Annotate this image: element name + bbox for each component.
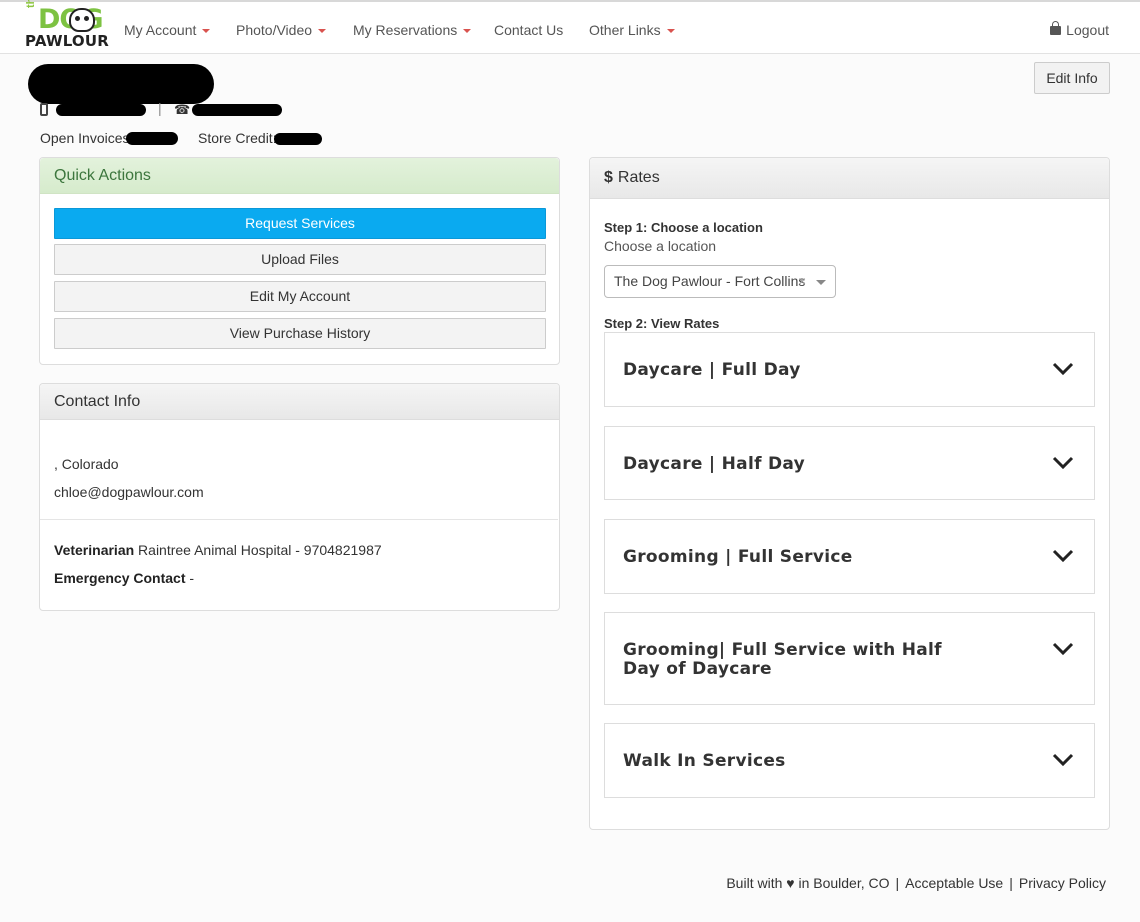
rate-item-title: Daycare | Half Day	[623, 454, 806, 474]
location-select[interactable]: The Dog Pawlour - Fort Collins ×	[604, 265, 836, 298]
rate-item-title: Walk In Services	[623, 751, 786, 771]
top-navbar: the DOG PAWLOUR My Account Photo/Video M…	[0, 0, 1140, 54]
nav-photo-video[interactable]: Photo/Video	[236, 22, 327, 38]
nav-contact-us[interactable]: Contact Us	[494, 22, 563, 38]
step2-label: Step 2: View Rates	[604, 316, 720, 331]
redacted-store-credit	[274, 133, 322, 145]
edit-info-button[interactable]: Edit Info	[1034, 62, 1110, 94]
contact-info-title: Contact Info	[40, 384, 559, 420]
chevron-down-icon[interactable]	[1052, 753, 1074, 767]
nav-my-reservations[interactable]: My Reservations	[353, 22, 472, 38]
lock-icon	[1050, 21, 1062, 35]
emergency-contact-label: Emergency Contact	[54, 570, 186, 586]
redacted-mobile-number[interactable]	[56, 104, 146, 116]
logout-link[interactable]: Logout	[1050, 21, 1109, 38]
rate-item-title: Grooming| Full Service with Half Day of …	[623, 640, 942, 679]
upload-files-button[interactable]: Upload Files	[54, 244, 546, 275]
nav-photo-video-label: Photo/Video	[236, 22, 313, 38]
footer-separator: |	[1009, 875, 1013, 891]
quick-actions-title: Quick Actions	[40, 158, 559, 194]
redacted-home-number[interactable]	[192, 104, 282, 116]
emergency-contact-value: -	[189, 570, 195, 586]
veterinarian-label: Veterinarian	[54, 542, 135, 558]
nav-other-links[interactable]: Other Links	[589, 22, 675, 38]
rate-item-grooming-full-service[interactable]: Grooming | Full Service	[604, 519, 1095, 594]
logo-pawlour-text: PAWLOUR	[25, 32, 110, 50]
chevron-down-icon[interactable]	[1052, 549, 1074, 563]
rate-item-title: Daycare | Full Day	[623, 360, 801, 380]
privacy-policy-link[interactable]: Privacy Policy	[1019, 875, 1106, 891]
phone-separator: |	[158, 100, 162, 116]
acceptable-use-link[interactable]: Acceptable Use	[905, 875, 1003, 891]
caret-down-icon	[463, 29, 472, 34]
emergency-contact-row: Emergency Contact -	[54, 570, 194, 586]
contact-info-panel: Contact Info , Colorado chloe@dogpawlour…	[39, 383, 560, 611]
footer-built-with: Built with ♥ in Boulder, CO	[726, 875, 890, 891]
caret-down-icon	[202, 29, 211, 34]
nav-my-account[interactable]: My Account	[124, 22, 211, 38]
step1-label: Step 1: Choose a location	[604, 220, 763, 235]
caret-down-icon	[666, 29, 675, 34]
open-invoices-label: Open Invoices:	[40, 130, 134, 146]
store-credit-label: Store Credit:	[198, 130, 277, 146]
rates-title: Rates	[617, 169, 660, 186]
dog-face-icon	[69, 8, 95, 32]
footer-separator: |	[895, 875, 900, 891]
view-purchase-history-button[interactable]: View Purchase History	[54, 318, 546, 349]
nav-other-links-label: Other Links	[589, 22, 661, 38]
rate-item-walk-in-services[interactable]: Walk In Services	[604, 723, 1095, 798]
request-services-button[interactable]: Request Services	[54, 208, 546, 239]
chevron-down-icon[interactable]	[1052, 642, 1074, 656]
nav-my-account-label: My Account	[124, 22, 197, 38]
rate-item-daycare-half-day[interactable]: Daycare | Half Day	[604, 426, 1095, 500]
mobile-phone-icon	[40, 103, 48, 116]
caret-down-icon	[318, 29, 327, 34]
rates-panel: $ Rates Step 1: Choose a location Choose …	[589, 157, 1110, 830]
step1-subtitle: Choose a location	[604, 238, 717, 254]
chevron-down-icon[interactable]	[1052, 362, 1074, 376]
redacted-open-invoices	[126, 132, 178, 145]
dollar-icon: $	[604, 169, 613, 186]
clear-selection-icon[interactable]: ×	[798, 266, 806, 297]
logout-label: Logout	[1066, 22, 1109, 38]
location-select-value: The Dog Pawlour - Fort Collins	[614, 273, 806, 289]
veterinarian-row: Veterinarian Raintree Animal Hospital - …	[54, 542, 382, 558]
edit-my-account-button[interactable]: Edit My Account	[54, 281, 546, 312]
contact-divider	[40, 519, 558, 520]
nav-contact-us-label: Contact Us	[494, 22, 564, 38]
telephone-icon: ☎	[174, 102, 191, 117]
contact-location: , Colorado	[54, 456, 119, 472]
page-footer: Built with ♥ in Boulder, CO | Acceptable U…	[723, 875, 1109, 891]
rates-header: $ Rates	[590, 158, 1109, 199]
quick-actions-panel: Quick Actions Request Services Upload Fi…	[39, 157, 560, 365]
logo-the-text: the	[25, 0, 37, 8]
redacted-customer-name	[28, 64, 214, 104]
dropdown-arrow-icon[interactable]	[816, 280, 826, 285]
chevron-down-icon[interactable]	[1052, 456, 1074, 470]
dog-pawlour-logo[interactable]: the DOG PAWLOUR	[25, 0, 113, 52]
rate-item-daycare-full-day[interactable]: Daycare | Full Day	[604, 332, 1095, 407]
contact-email[interactable]: chloe@dogpawlour.com	[54, 484, 204, 500]
veterinarian-value: Raintree Animal Hospital - 9704821987	[138, 542, 382, 558]
nav-my-reservations-label: My Reservations	[353, 22, 458, 38]
rate-item-grooming-with-daycare[interactable]: Grooming| Full Service with Half Day of …	[604, 612, 1095, 705]
rate-item-title: Grooming | Full Service	[623, 547, 853, 567]
